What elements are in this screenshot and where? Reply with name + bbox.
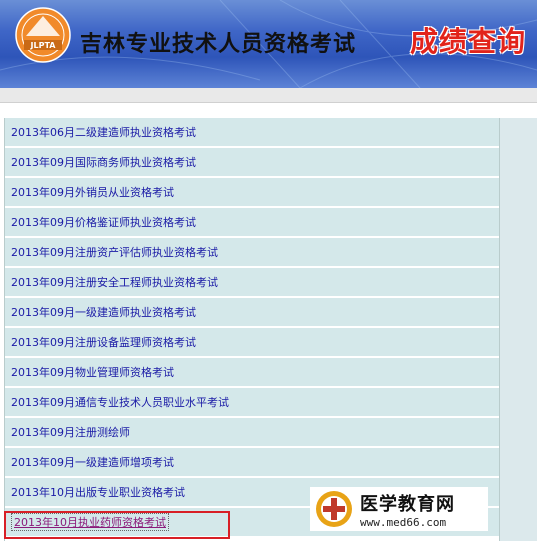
exam-link[interactable]: 2013年06月二级建造师执业资格考试 <box>11 124 196 140</box>
exam-link[interactable]: 2013年09月注册资产评估师执业资格考试 <box>11 244 218 260</box>
exam-link[interactable]: 2013年09月注册设备监理师资格考试 <box>11 334 196 350</box>
med66-logo-icon <box>316 491 352 527</box>
list-item[interactable]: 2013年09月国际商务师执业资格考试 <box>5 148 499 178</box>
list-item[interactable]: 2013年09月注册资产评估师执业资格考试 <box>5 238 499 268</box>
exam-link[interactable]: 2013年09月一级建造师增项考试 <box>11 454 174 470</box>
list-item[interactable]: 2013年09月注册安全工程师执业资格考试 <box>5 268 499 298</box>
watermark: 医学教育网 www.med66.com <box>310 487 488 531</box>
exam-link[interactable]: 2013年09月外销员从业资格考试 <box>11 184 174 200</box>
list-item[interactable]: 2013年06月二级建造师执业资格考试 <box>5 118 499 148</box>
exam-link[interactable]: 2013年09月注册测绘师 <box>11 424 130 440</box>
list-item[interactable]: 2013年09月注册设备监理师资格考试 <box>5 328 499 358</box>
exam-link[interactable]: 2013年09月一级建造师执业资格考试 <box>11 304 196 320</box>
watermark-name: 医学教育网 <box>360 493 455 515</box>
list-item[interactable]: 2013年09月物业管理师资格考试 <box>5 358 499 388</box>
list-item[interactable]: 2013年09月一级建造师增项考试 <box>5 448 499 478</box>
site-title: 吉林专业技术人员资格考试 <box>80 32 357 57</box>
list-item[interactable]: 2013年09月一级建造师执业资格考试 <box>5 298 499 328</box>
horizontal-scrollbar[interactable] <box>0 88 537 103</box>
jlpta-logo: JLPTA <box>15 7 71 63</box>
exam-link[interactable]: 2013年09月国际商务师执业资格考试 <box>11 154 196 170</box>
list-item[interactable]: 2013年09月通信专业技术人员职业水平考试 <box>5 388 499 418</box>
exam-list: 2013年06月二级建造师执业资格考试 2013年09月国际商务师执业资格考试 20… <box>4 118 500 541</box>
watermark-url: www.med66.com <box>360 515 447 529</box>
list-item[interactable]: 2013年09月注册测绘师 <box>5 418 499 448</box>
exam-link[interactable]: 2013年10月出版专业职业资格考试 <box>11 484 185 500</box>
exam-link[interactable]: 2013年09月价格鉴证师执业资格考试 <box>11 214 196 230</box>
exam-link[interactable]: 2013年09月注册安全工程师执业资格考试 <box>11 274 218 290</box>
list-item[interactable]: 2013年09月外销员从业资格考试 <box>5 178 499 208</box>
exam-link[interactable]: 2013年09月物业管理师资格考试 <box>11 364 174 380</box>
list-item[interactable]: 2013年09月价格鉴证师执业资格考试 <box>5 208 499 238</box>
svg-text:JLPTA: JLPTA <box>30 41 57 50</box>
header-banner: JLPTA 吉林专业技术人员资格考试 成绩查询 <box>0 0 537 88</box>
exam-link[interactable]: 2013年09月通信专业技术人员职业水平考试 <box>11 394 229 410</box>
score-query-title: 成绩查询 <box>410 25 527 58</box>
side-panel <box>500 118 537 541</box>
highlight-box <box>4 511 230 539</box>
